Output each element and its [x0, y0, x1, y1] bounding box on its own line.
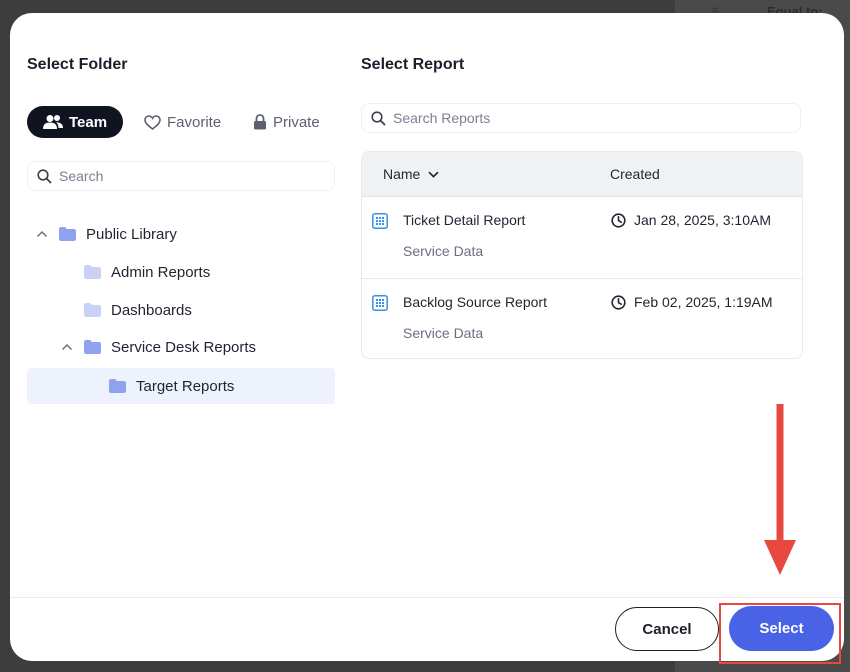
- lock-icon: [254, 114, 266, 130]
- column-created-header[interactable]: Created: [610, 166, 660, 182]
- select-folder-title: Select Folder: [27, 56, 128, 73]
- report-grid-icon: [372, 213, 388, 229]
- report-source: Service Data: [403, 243, 484, 259]
- tab-favorite[interactable]: Favorite: [144, 106, 221, 138]
- report-created-value: Jan 28, 2025, 3:10AM: [634, 212, 771, 228]
- report-created: Feb 02, 2025, 1:19AM: [611, 294, 773, 310]
- clock-icon: [611, 212, 626, 228]
- report-search-input[interactable]: [393, 110, 801, 126]
- tab-team-label: Team: [69, 113, 108, 131]
- select-report-title: Select Report: [361, 56, 465, 73]
- chevron-up-icon[interactable]: [35, 230, 49, 238]
- folder-tabs: Team Favorite Private: [27, 106, 327, 138]
- tree-label: Target Reports: [136, 377, 235, 395]
- folder-icon: [84, 340, 101, 354]
- select-button-highlight: [719, 603, 841, 664]
- tab-private[interactable]: Private: [253, 106, 320, 138]
- tree-label: Admin Reports: [111, 263, 211, 281]
- tab-private-label: Private: [273, 113, 320, 131]
- report-name: Backlog Source Report: [403, 294, 547, 310]
- folder-search-input[interactable]: [59, 168, 335, 184]
- report-grid-icon: [372, 295, 388, 311]
- tree-item-service-desk-reports[interactable]: Service Desk Reports: [60, 329, 256, 365]
- tree-label: Dashboards: [111, 301, 192, 319]
- select-report-dialog: Select Folder Team Favorite Private Sear…: [10, 13, 844, 661]
- tab-team[interactable]: Team: [27, 106, 124, 138]
- folder-icon: [84, 303, 101, 317]
- tree-label: Public Library: [86, 225, 177, 243]
- chevron-down-icon[interactable]: [428, 171, 439, 178]
- folder-icon: [59, 227, 76, 241]
- report-created: Jan 28, 2025, 3:10AM: [611, 212, 771, 228]
- folder-search: [27, 161, 335, 191]
- footer-divider: [10, 597, 844, 598]
- folder-icon: [84, 265, 101, 279]
- table-row[interactable]: Backlog Source Report Service Data Feb 0…: [362, 278, 802, 358]
- chevron-up-icon[interactable]: [60, 343, 74, 351]
- table-header: Name Created: [362, 152, 802, 197]
- search-icon: [37, 168, 52, 183]
- tab-favorite-label: Favorite: [167, 113, 222, 131]
- tree-item-dashboards[interactable]: Dashboards: [84, 292, 192, 328]
- report-created-value: Feb 02, 2025, 1:19AM: [634, 294, 773, 310]
- users-icon: [43, 115, 63, 129]
- reports-table: Name Created Ticket Detail Report Servic…: [361, 151, 803, 359]
- report-search: [361, 103, 801, 133]
- clock-icon: [611, 294, 626, 310]
- column-name-header[interactable]: Name: [383, 166, 439, 182]
- search-icon: [371, 110, 386, 125]
- table-row[interactable]: Ticket Detail Report Service Data Jan 28…: [362, 197, 802, 278]
- column-created-label: Created: [610, 166, 660, 182]
- cancel-button[interactable]: Cancel: [615, 607, 719, 651]
- tree-item-public-library[interactable]: Public Library: [35, 216, 177, 252]
- tree-item-target-reports[interactable]: Target Reports: [27, 368, 335, 404]
- tree-item-admin-reports[interactable]: Admin Reports: [84, 254, 210, 290]
- report-source: Service Data: [403, 325, 484, 341]
- heart-icon: [144, 114, 161, 130]
- column-name-label: Name: [383, 166, 421, 182]
- tree-label: Service Desk Reports: [111, 338, 257, 356]
- arrow-down-icon: [764, 404, 796, 575]
- report-name: Ticket Detail Report: [403, 212, 526, 228]
- folder-icon: [109, 379, 126, 393]
